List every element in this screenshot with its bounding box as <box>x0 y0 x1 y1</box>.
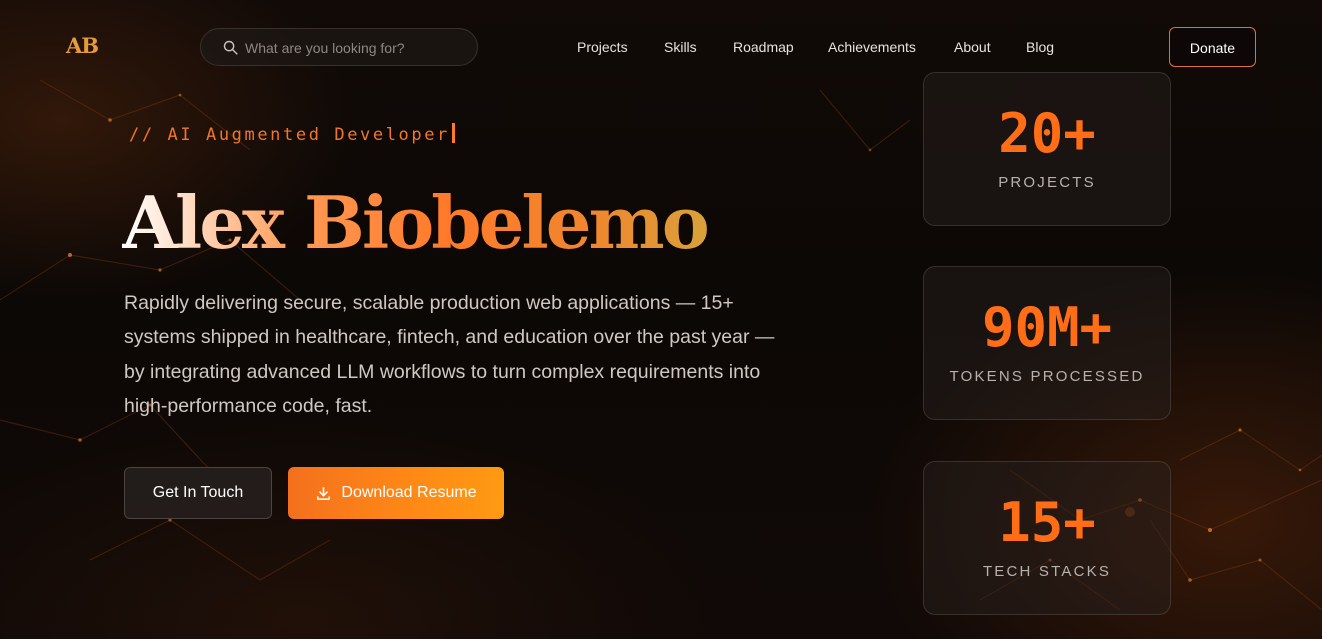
stat-label: TOKENS PROCESSED <box>949 368 1145 385</box>
stat-value: 15+ <box>998 491 1096 554</box>
hero-description: Rapidly delivering secure, scalable prod… <box>124 292 775 417</box>
search-bar[interactable] <box>200 28 478 66</box>
hero-name: Alex Biobelemo <box>122 178 710 268</box>
hero-tagline: // AI Augmented Developer <box>129 123 455 145</box>
nav-link-about[interactable]: About <box>954 39 991 55</box>
nav-link-roadmap[interactable]: Roadmap <box>733 39 794 55</box>
download-icon <box>317 486 331 500</box>
stat-value: 20+ <box>998 102 1096 165</box>
download-resume-label: Download Resume <box>341 484 477 501</box>
stat-label: PROJECTS <box>998 174 1096 191</box>
stat-card-projects: 20+ PROJECTS <box>923 72 1171 226</box>
nav-link-projects[interactable]: Projects <box>577 39 628 55</box>
typing-cursor <box>451 123 455 143</box>
stat-card-tech-stacks: 15+ TECH STACKS <box>923 461 1171 615</box>
get-in-touch-button[interactable]: Get In Touch <box>124 467 272 519</box>
donate-button[interactable]: Donate <box>1169 27 1256 67</box>
download-resume-button[interactable]: Download Resume <box>288 467 504 519</box>
site-logo[interactable]: AB <box>66 33 99 58</box>
search-input[interactable] <box>245 38 465 58</box>
nav-link-blog[interactable]: Blog <box>1026 39 1054 55</box>
hero-tagline-text: // AI Augmented Developer <box>129 125 450 145</box>
stat-card-tokens: 90M+ TOKENS PROCESSED <box>923 266 1171 420</box>
stat-label: TECH STACKS <box>982 563 1112 580</box>
nav-link-achievements[interactable]: Achievements <box>828 39 916 55</box>
search-icon <box>223 40 238 55</box>
stat-value: 90M+ <box>981 296 1113 359</box>
nav-link-skills[interactable]: Skills <box>664 39 697 55</box>
